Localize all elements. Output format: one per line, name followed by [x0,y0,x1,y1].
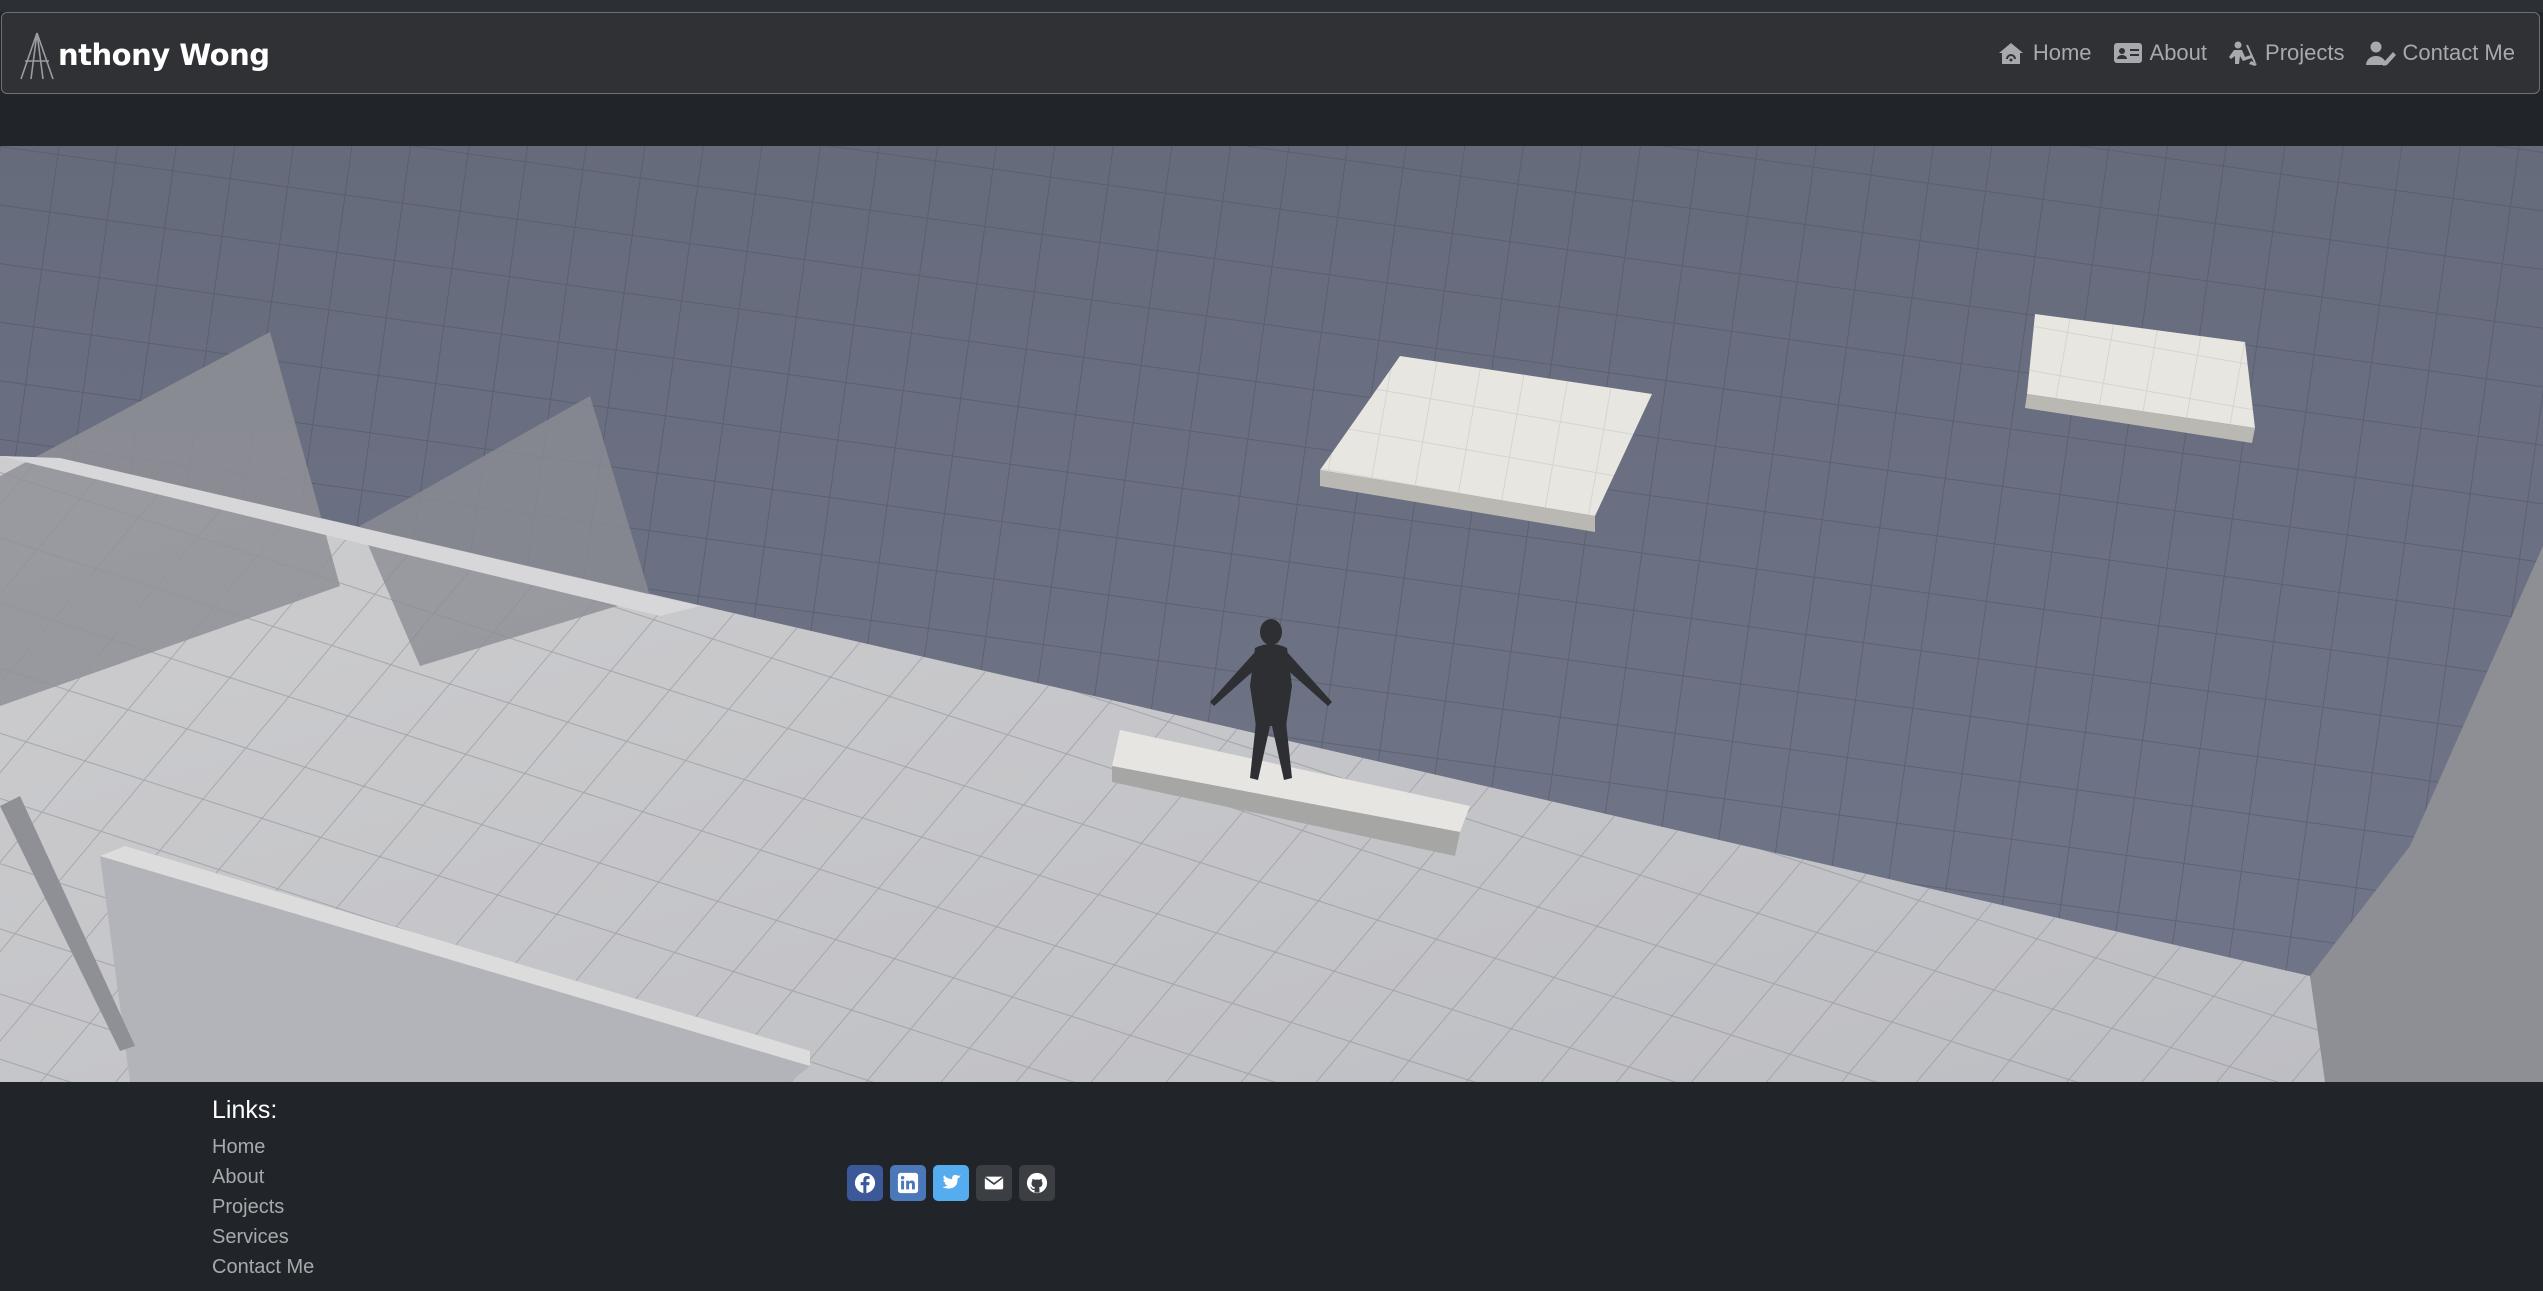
user-pen-icon [2365,41,2396,66]
footer-links-heading: Links: [212,1096,278,1124]
navbar: nthony Wong Home About Projects Contact … [1,12,2540,94]
logo-icon [20,32,54,80]
twitter-button[interactable] [933,1165,969,1201]
3d-scene-canvas[interactable] [0,146,2543,1082]
footer-link-contact[interactable]: Contact Me [212,1252,314,1282]
footer-link-services[interactable]: Services [212,1222,314,1252]
brand[interactable]: nthony Wong [18,27,270,83]
brand-name: nthony Wong [58,38,270,72]
nav-projects-label: Projects [2265,40,2345,65]
footer-link-home[interactable]: Home [212,1132,314,1162]
top-strip [0,0,2543,12]
social-links [847,1165,1062,1201]
home-wifi-icon [1998,43,2023,64]
twitter-icon [942,1174,962,1189]
id-card-icon [2113,43,2142,63]
footer-links: Home About Projects Services Contact Me [212,1132,314,1282]
footer-link-projects[interactable]: Projects [212,1192,314,1222]
footer-link-about[interactable]: About [212,1162,314,1192]
nav-home-label: Home [2032,40,2092,65]
nav-contact-label: Contact Me [2402,40,2516,65]
nav-about[interactable]: About [2112,39,2208,67]
nav-contact[interactable]: Contact Me [2365,39,2516,67]
linkedin-icon [897,1172,919,1194]
scene-render [0,146,2543,1082]
nav-home[interactable]: Home [1995,39,2092,67]
linkedin-button[interactable] [890,1165,926,1201]
person-digging-icon [2229,41,2258,66]
email-icon [984,1176,1004,1190]
facebook-button[interactable] [847,1165,883,1201]
email-button[interactable] [976,1165,1012,1201]
footer: Links: Home About Projects Services Cont… [0,1082,2543,1291]
nav-links: Home About Projects Contact Me [1975,39,2515,67]
nav-about-label: About [2149,40,2208,65]
facebook-icon [854,1172,876,1194]
github-icon [1026,1172,1048,1194]
github-button[interactable] [1019,1165,1055,1201]
nav-projects[interactable]: Projects [2227,39,2345,67]
